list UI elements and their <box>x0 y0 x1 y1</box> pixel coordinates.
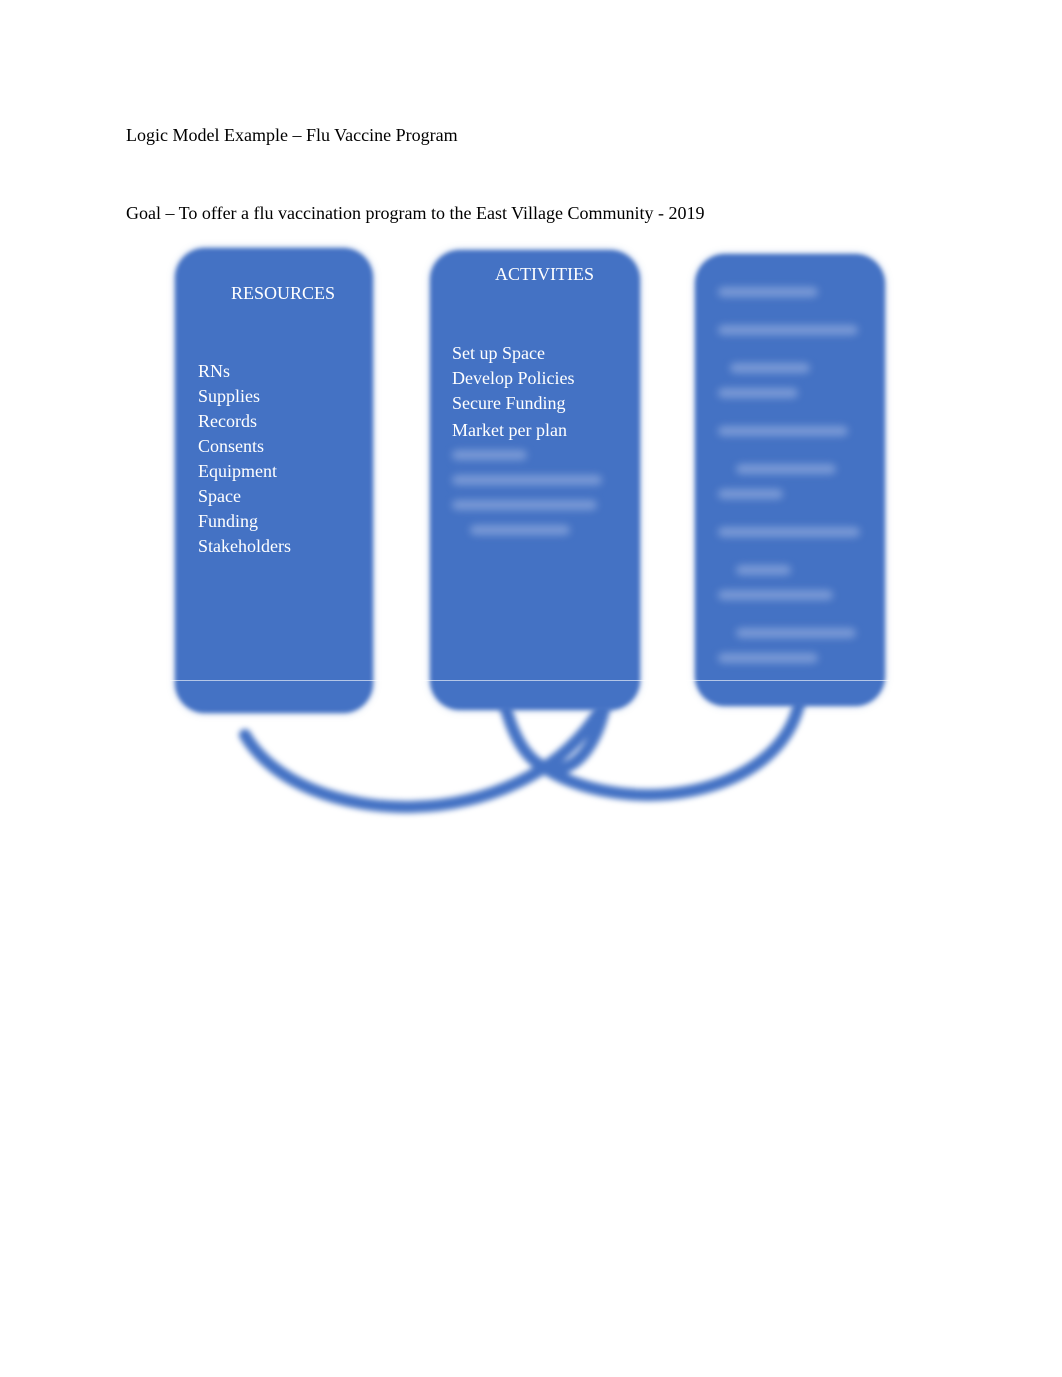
outcomes-obscured-text <box>718 287 863 678</box>
activity-item: Set up Space <box>452 343 545 363</box>
resource-item: Records <box>198 411 257 431</box>
activity-item: Market per plan <box>452 420 567 440</box>
resources-list: RNs Supplies Records Consents Equipment … <box>198 359 291 559</box>
activity-item: Secure Funding <box>452 393 566 413</box>
resource-item: Funding <box>198 511 259 531</box>
arrow-outcomes-return <box>536 698 806 801</box>
activities-heading: ACTIVITIES <box>495 264 594 284</box>
resource-item: Equipment <box>198 461 277 481</box>
resource-item: Supplies <box>198 386 261 406</box>
resource-item: Stakeholders <box>198 536 291 556</box>
resources-heading: RESOURCES <box>231 283 336 303</box>
activity-item: Develop Policies <box>452 368 575 388</box>
arrow-resources-to-outcomes <box>239 704 606 813</box>
activities-list: Set up Space Develop Policies Secure Fun… <box>452 341 574 443</box>
page-divider-line <box>170 680 890 681</box>
resource-item: Space <box>198 486 241 506</box>
resource-item: Consents <box>198 436 265 456</box>
activities-obscured-text <box>452 450 602 550</box>
resource-item: RNs <box>198 361 231 381</box>
